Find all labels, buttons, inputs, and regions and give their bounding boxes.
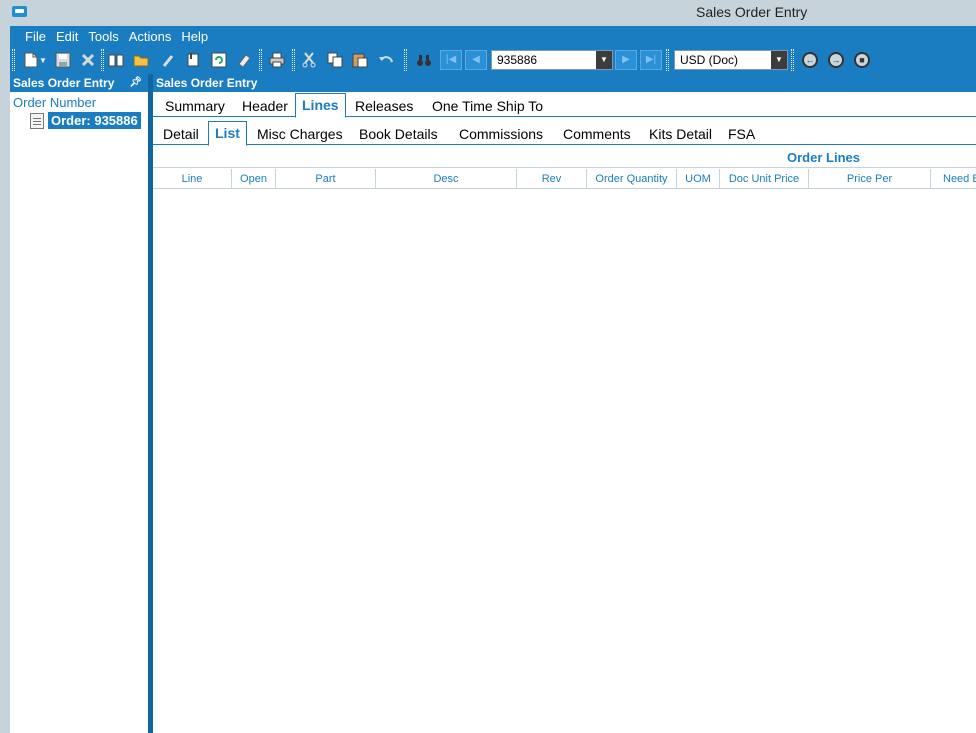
toolbar-separator (259, 49, 262, 71)
print-icon[interactable] (268, 51, 286, 69)
column-uom[interactable]: UOM (677, 169, 720, 189)
menu-help[interactable]: Help (176, 28, 213, 46)
window-border (0, 26, 10, 733)
clip-icon[interactable] (184, 51, 202, 69)
column-part[interactable]: Part (276, 169, 376, 189)
undo-icon[interactable] (377, 51, 395, 69)
app-icon[interactable] (12, 6, 27, 17)
tab-lines[interactable]: Lines (295, 93, 346, 118)
column-doc-unit-price[interactable]: Doc Unit Price (720, 169, 809, 189)
menu-tools[interactable]: Tools (83, 28, 123, 46)
toolbar-separator (404, 49, 407, 71)
order-number-value: 935886 (497, 53, 538, 67)
delete-icon[interactable] (79, 51, 97, 69)
main-tabs: Summary Header Lines Releases One Time S… (153, 92, 976, 118)
menu-bar: File Edit Tools Actions Help (10, 28, 213, 46)
tab-fsa[interactable]: FSA (722, 123, 761, 145)
previous-record-icon[interactable]: ◀ (465, 50, 487, 70)
toolbar-separator (666, 49, 669, 71)
order-number-combo[interactable]: 935886 ▼ (491, 50, 613, 70)
tab-book-details[interactable]: Book Details (353, 123, 444, 145)
menu-actions[interactable]: Actions (124, 28, 177, 46)
tree-node-label: Order: 935886 (48, 112, 141, 129)
grid-group-header: Order Lines (153, 148, 976, 168)
chevron-down-icon[interactable]: ▼ (771, 51, 787, 69)
column-rev[interactable]: Rev (517, 169, 587, 189)
main-panel-header: Sales Order Entry (153, 74, 976, 92)
menu-edit[interactable]: Edit (51, 28, 83, 46)
tab-commissions[interactable]: Commissions (453, 123, 549, 145)
main-panel: Sales Order Entry Summary Header Lines R… (153, 74, 976, 733)
binoculars-icon[interactable] (415, 51, 433, 69)
column-desc[interactable]: Desc (376, 169, 517, 189)
toolbar: ▼ |◀ ◀ 935886 ▼ ▶ ▶| USD (Doc) ▼ ← → ■ (10, 47, 976, 73)
last-record-icon[interactable]: ▶| (640, 50, 662, 70)
copy-icon[interactable] (326, 51, 344, 69)
toolbar-separator (101, 49, 104, 71)
chevron-down-icon[interactable]: ▼ (596, 51, 612, 69)
tree-panel-title: Sales Order Entry (13, 76, 115, 90)
currency-combo[interactable]: USD (Doc) ▼ (674, 50, 788, 70)
tree-node-order[interactable]: Order: 935886 (30, 112, 141, 129)
tab-kits-detail[interactable]: Kits Detail (643, 123, 718, 145)
sub-tabs: Detail List Misc Charges Book Details Co… (153, 120, 976, 146)
next-record-icon[interactable]: ▶ (615, 50, 637, 70)
toolbar-separator (791, 49, 794, 71)
book-icon[interactable] (107, 51, 125, 69)
grid-title: Order Lines (787, 150, 860, 165)
tab-detail[interactable]: Detail (157, 123, 205, 145)
currency-value: USD (Doc) (680, 53, 739, 67)
tab-summary[interactable]: Summary (159, 95, 231, 117)
tab-releases[interactable]: Releases (349, 95, 419, 117)
window-title: Sales Order Entry (696, 4, 808, 20)
tree-root[interactable]: Order Number (13, 95, 96, 110)
column-need-by[interactable]: Need By (931, 169, 976, 189)
toolbar-grip[interactable] (12, 49, 15, 71)
tab-header[interactable]: Header (236, 95, 294, 117)
tab-comments[interactable]: Comments (557, 123, 637, 145)
grid-column-headers: Line Open Part Desc Rev Order Quantity U… (153, 169, 976, 189)
column-line[interactable]: Line (153, 169, 232, 189)
eraser-icon[interactable] (235, 51, 253, 69)
column-open[interactable]: Open (232, 169, 276, 189)
home-icon[interactable]: ■ (854, 52, 870, 68)
tree-panel-header: Sales Order Entry 📌︎ (10, 74, 148, 92)
open-folder-icon[interactable] (132, 51, 150, 69)
save-icon[interactable] (54, 51, 72, 69)
back-icon[interactable]: ← (802, 52, 818, 68)
refresh-icon[interactable] (210, 51, 228, 69)
app-window: Sales Order Entry File Edit Tools Action… (0, 0, 976, 733)
tab-one-time-ship-to[interactable]: One Time Ship To (426, 95, 549, 117)
tab-misc-charges[interactable]: Misc Charges (251, 123, 349, 145)
pin-icon[interactable]: 📌︎ (129, 74, 142, 92)
column-price-per[interactable]: Price Per (809, 169, 931, 189)
title-bar: Sales Order Entry (0, 0, 976, 26)
tab-list[interactable]: List (208, 121, 247, 146)
first-record-icon[interactable]: |◀ (440, 50, 462, 70)
grid-body[interactable] (153, 190, 976, 733)
toolbar-separator (292, 49, 295, 71)
new-dropdown-icon[interactable]: ▼ (38, 51, 48, 69)
paste-icon[interactable] (351, 51, 369, 69)
tree-panel: Sales Order Entry 📌︎ Order Number Order:… (10, 74, 148, 733)
menu-file[interactable]: File (10, 28, 51, 46)
cut-icon[interactable] (300, 51, 318, 69)
forward-icon[interactable]: → (828, 52, 844, 68)
attach-icon[interactable] (158, 51, 176, 69)
document-icon (30, 112, 44, 129)
column-order-quantity[interactable]: Order Quantity (587, 169, 677, 189)
